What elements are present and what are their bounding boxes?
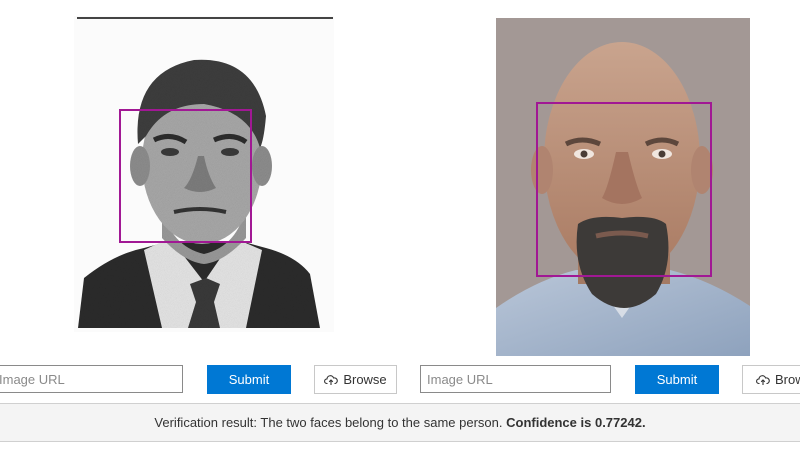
left-browse-label: Browse: [343, 372, 387, 387]
left-browse-button[interactable]: Browse: [314, 365, 397, 394]
right-submit-button[interactable]: Submit: [635, 365, 719, 394]
right-browse-label: Browse: [775, 372, 800, 387]
right-browse-button[interactable]: Browse: [742, 365, 800, 394]
left-face-detection-box: [119, 109, 252, 243]
right-face-detection-box: [536, 102, 712, 277]
right-image-url-input[interactable]: [420, 365, 611, 393]
left-submit-button[interactable]: Submit: [207, 365, 291, 394]
verification-result-text: Verification result: The two faces belon…: [154, 415, 507, 430]
left-image-url-input[interactable]: [0, 365, 183, 393]
cloud-upload-icon: [324, 374, 339, 385]
verification-result-bar: Verification result: The two faces belon…: [0, 403, 800, 442]
confidence-text: Confidence is 0.77242.: [506, 415, 646, 430]
cloud-upload-icon: [756, 374, 770, 385]
